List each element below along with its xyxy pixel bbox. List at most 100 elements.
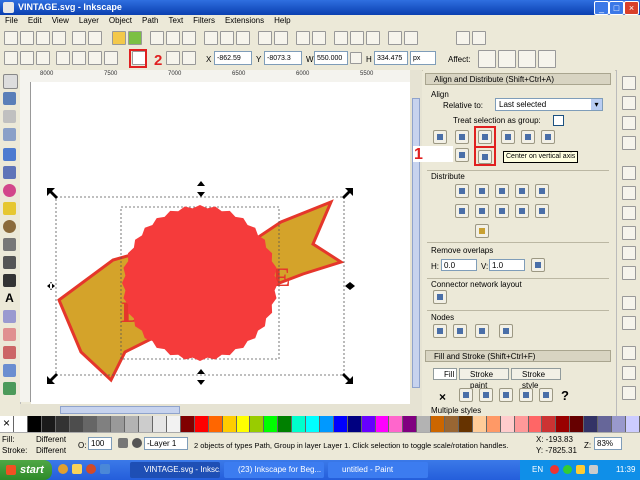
align-baseline-icon[interactable] — [541, 130, 555, 144]
fill-stroke-dialog-title[interactable]: Fill and Stroke (Shift+Ctrl+F) — [425, 350, 611, 362]
text-font-icon[interactable] — [350, 31, 364, 45]
snap-toggle-icon[interactable] — [622, 76, 636, 90]
color-swatch[interactable] — [250, 416, 265, 432]
select-all-layers-icon[interactable] — [20, 51, 34, 65]
menu-extensions[interactable]: Extensions — [220, 15, 269, 26]
relative-to-select[interactable]: Last selected ▾ — [495, 98, 603, 111]
color-swatch[interactable] — [431, 416, 446, 432]
tray-icon[interactable] — [576, 465, 585, 474]
h-input[interactable]: 334.475 — [374, 51, 408, 65]
color-swatch[interactable] — [361, 416, 376, 432]
snap-corners-icon[interactable] — [622, 136, 636, 150]
paste-icon[interactable] — [182, 31, 196, 45]
spiral-tool-icon[interactable] — [3, 220, 16, 233]
quicklaunch-firefox-icon[interactable] — [86, 464, 96, 474]
flat-color-icon[interactable] — [459, 388, 473, 402]
align-bottom-to-top-icon[interactable] — [455, 148, 469, 162]
color-swatch[interactable] — [389, 416, 404, 432]
color-swatch[interactable] — [347, 416, 362, 432]
print-icon[interactable] — [52, 31, 66, 45]
pen-tool-icon[interactable] — [3, 256, 16, 269]
menu-view[interactable]: View — [47, 15, 74, 26]
color-swatch[interactable] — [69, 416, 84, 432]
xml-editor-icon[interactable] — [366, 31, 380, 45]
menu-file[interactable]: File — [0, 15, 23, 26]
distribute-right-icon[interactable] — [495, 184, 509, 198]
snap-rotation-center-icon[interactable] — [622, 316, 636, 330]
zoom-tool-icon[interactable] — [3, 128, 16, 141]
color-swatch[interactable] — [180, 416, 195, 432]
tweak-tool-icon[interactable] — [3, 110, 16, 123]
swatch-icon[interactable] — [539, 388, 553, 402]
lock-layer-icon[interactable] — [118, 438, 128, 448]
star-tool-icon[interactable] — [3, 202, 16, 215]
zoom-page-icon[interactable] — [236, 31, 250, 45]
ellipse-tool-icon[interactable] — [3, 184, 16, 197]
scale-stroke-icon[interactable] — [478, 50, 496, 68]
color-swatch[interactable] — [278, 416, 293, 432]
quicklaunch-folder-icon[interactable] — [72, 464, 82, 474]
text-tool-icon[interactable]: A — [3, 292, 16, 305]
color-swatch[interactable] — [97, 416, 112, 432]
task-browser[interactable]: (23) Inkscape for Beg... — [224, 462, 324, 478]
color-swatch[interactable] — [514, 416, 529, 432]
horizontal-scrollbar[interactable] — [20, 404, 422, 416]
tray-icon[interactable] — [563, 465, 572, 474]
color-swatch[interactable] — [111, 416, 126, 432]
y-input[interactable]: -8073.3 — [264, 51, 302, 65]
color-swatch[interactable] — [27, 416, 42, 432]
open-icon[interactable] — [20, 31, 34, 45]
color-swatch[interactable] — [292, 416, 307, 432]
tray-icon[interactable] — [550, 465, 559, 474]
nodes-align-v-icon[interactable] — [453, 324, 467, 338]
drawing-canvas[interactable]: D E — [31, 82, 410, 404]
distribute-baseline-icon[interactable] — [515, 204, 529, 218]
close-button[interactable]: × — [624, 1, 639, 15]
zoom-drawing-icon[interactable] — [220, 31, 234, 45]
opacity-input[interactable]: 100 — [88, 437, 112, 450]
paint-bucket-icon[interactable] — [3, 346, 16, 359]
menu-path[interactable]: Path — [137, 15, 163, 26]
layer-select[interactable]: -Layer 1 — [144, 437, 188, 450]
color-swatch[interactable] — [625, 416, 640, 432]
calligraphy-tool-icon[interactable] — [3, 274, 16, 287]
scale-corners-icon[interactable] — [498, 50, 516, 68]
lock-ratio-icon[interactable] — [350, 52, 362, 64]
color-swatch[interactable] — [584, 416, 599, 432]
treat-group-checkbox[interactable] — [553, 115, 564, 126]
color-swatch[interactable] — [417, 416, 432, 432]
snap-grid-icon[interactable] — [622, 366, 636, 380]
save-icon[interactable] — [36, 31, 50, 45]
linear-gradient-icon[interactable] — [479, 388, 493, 402]
pattern-icon[interactable] — [519, 388, 533, 402]
dropper-tool-icon[interactable] — [3, 382, 16, 395]
color-swatch[interactable] — [459, 416, 473, 432]
snap-page-icon[interactable] — [622, 346, 636, 360]
ungroup-icon[interactable] — [312, 31, 326, 45]
color-swatch[interactable] — [598, 416, 612, 432]
color-swatch[interactable] — [139, 416, 154, 432]
snap-bbox-icon[interactable] — [622, 96, 636, 110]
color-swatch[interactable] — [194, 416, 209, 432]
color-swatch[interactable] — [375, 416, 390, 432]
remove-overlaps-icon[interactable] — [531, 258, 545, 272]
rectangle-tool-icon[interactable] — [3, 148, 16, 161]
selector-tool-icon[interactable] — [3, 74, 18, 89]
color-swatch[interactable] — [611, 416, 626, 432]
task-paint[interactable]: untitled - Paint — [328, 462, 428, 478]
snap-guides-icon[interactable] — [622, 386, 636, 400]
menu-filters[interactable]: Filters — [188, 15, 220, 26]
zoom-input[interactable]: 83% — [594, 437, 622, 450]
distribute-gaps-v-icon[interactable] — [495, 204, 509, 218]
redo-icon[interactable] — [128, 31, 142, 45]
gradient-tool-icon[interactable] — [3, 364, 16, 377]
randomize-icon[interactable] — [535, 204, 549, 218]
distribute-centers-v-icon[interactable] — [455, 204, 469, 218]
start-button[interactable]: start — [0, 460, 52, 480]
color-swatch[interactable] — [542, 416, 557, 432]
task-inkscape[interactable]: VINTAGE.svg - Inksc... — [130, 462, 220, 478]
align-dialog-title[interactable]: Align and Distribute (Shift+Ctrl+A) — [425, 73, 611, 85]
color-swatch[interactable] — [556, 416, 571, 432]
move-gradients-icon[interactable] — [518, 50, 536, 68]
unit-select[interactable]: px — [410, 51, 436, 65]
